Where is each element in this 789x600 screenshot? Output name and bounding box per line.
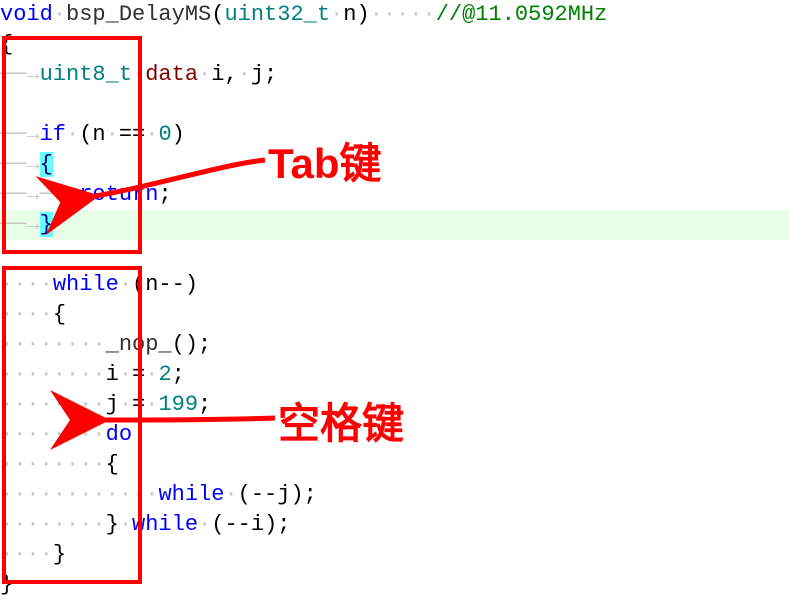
paren: ) (185, 332, 198, 357)
semi: ; (304, 482, 317, 507)
space-indent-box (2, 266, 142, 584)
semi: ; (172, 362, 185, 387)
paren: ) (264, 512, 277, 537)
param: n (343, 2, 356, 27)
var: i, (211, 62, 237, 87)
ws: · (330, 2, 343, 27)
kw-data: data (145, 62, 198, 87)
paren: ( (211, 2, 224, 27)
ws: · (238, 62, 251, 87)
var: j; (251, 62, 277, 87)
semi: ; (198, 332, 211, 357)
paren: ( (238, 482, 251, 507)
ws: · (145, 362, 158, 387)
ws: · (145, 392, 158, 417)
fn-name: bsp_DelayMS (66, 2, 211, 27)
paren: ( (211, 512, 224, 537)
paren: ( (172, 332, 185, 357)
ws: · (53, 2, 66, 27)
expr: --j (251, 482, 291, 507)
paren: ) (172, 122, 185, 147)
ws: ····· (370, 2, 436, 27)
ws: · (145, 122, 158, 147)
expr: --i (224, 512, 264, 537)
type-uint32: uint32_t (224, 2, 330, 27)
num: 0 (158, 122, 171, 147)
kw-while: while (158, 482, 224, 507)
paren: ) (290, 482, 303, 507)
expr: n-- (145, 272, 185, 297)
ws: · (198, 62, 211, 87)
paren: ) (185, 272, 198, 297)
semi: ; (158, 182, 171, 207)
semi: ; (277, 512, 290, 537)
num: 199 (158, 392, 198, 417)
ws: · (198, 512, 211, 537)
paren: ) (356, 2, 369, 27)
semi: ; (198, 392, 211, 417)
ws: · (224, 482, 237, 507)
kw-void: void (0, 2, 53, 27)
tab-key-label: Tab键 (268, 130, 382, 191)
space-key-label: 空格键 (278, 390, 404, 451)
comment: //@11.0592MHz (436, 2, 608, 27)
tab-indent-box (2, 36, 142, 254)
num: 2 (158, 362, 171, 387)
